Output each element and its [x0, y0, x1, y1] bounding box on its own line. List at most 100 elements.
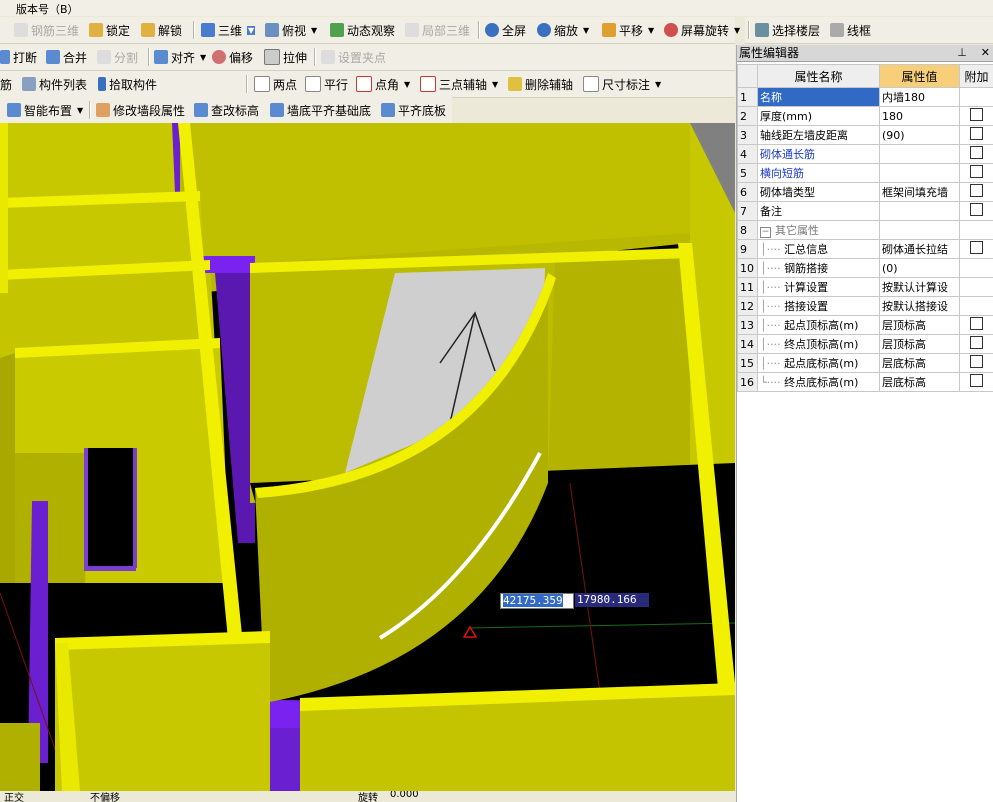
- chevron-down-icon[interactable]: ▼: [648, 26, 654, 35]
- two-point-axis-button[interactable]: 两点: [254, 74, 297, 94]
- wall-bottom-align-button[interactable]: 墙底平齐基础底: [270, 100, 371, 120]
- rotate-input[interactable]: 0.000: [390, 791, 419, 800]
- partial-3d-button[interactable]: 局部三维: [405, 20, 470, 40]
- property-row[interactable]: 5 横向短筋: [737, 163, 993, 183]
- rebar-button[interactable]: 筋: [0, 74, 12, 94]
- check-elevation-button[interactable]: 查改标高: [194, 100, 259, 120]
- chevron-down-icon[interactable]: ▼: [734, 26, 740, 35]
- wireframe-button[interactable]: 线框: [830, 20, 871, 40]
- property-value[interactable]: 层顶标高: [879, 315, 960, 335]
- extra-checkbox[interactable]: [970, 184, 983, 197]
- property-value[interactable]: 按默认搭接设: [879, 296, 960, 316]
- chevron-down-icon[interactable]: ▼: [77, 106, 83, 115]
- rebar-3d-button[interactable]: 钢筋三维: [14, 20, 79, 40]
- flat-bottom-button[interactable]: 平齐底板: [381, 100, 446, 120]
- screen-rotate-button[interactable]: 屏幕旋转 ▼: [664, 20, 740, 40]
- property-row[interactable]: 10 │···· 钢筋搭接 (0): [737, 258, 993, 278]
- offset-mode-select[interactable]: 不偏移: [90, 791, 120, 802]
- property-row[interactable]: 7 备注: [737, 201, 993, 221]
- coord-x-input[interactable]: 42175.359: [500, 593, 574, 609]
- pan-button[interactable]: 平移 ▼: [602, 20, 654, 40]
- pin-icon[interactable]: ⊥: [957, 46, 967, 59]
- property-group-row[interactable]: 8 − 其它属性: [737, 220, 993, 240]
- collapse-icon[interactable]: −: [760, 227, 771, 238]
- property-row[interactable]: 13 │···· 起点顶标高(m) 层顶标高: [737, 315, 993, 335]
- lock-button[interactable]: 锁定: [89, 20, 130, 40]
- split-button[interactable]: 分割: [97, 47, 138, 67]
- property-row[interactable]: 12 │···· 搭接设置 按默认搭接设: [737, 296, 993, 316]
- property-row[interactable]: 4 砌体通长筋: [737, 144, 993, 164]
- fullscreen-button[interactable]: 全屏: [485, 20, 526, 40]
- chevron-down-icon[interactable]: ▼: [492, 80, 498, 89]
- property-value[interactable]: 内墙180: [879, 87, 960, 107]
- delete-axis-button[interactable]: 删除辅轴: [508, 74, 573, 94]
- chevron-down-icon[interactable]: ▼: [200, 53, 206, 62]
- extra-checkbox[interactable]: [970, 146, 983, 159]
- close-icon[interactable]: ✕: [981, 46, 990, 59]
- property-row[interactable]: 11 │···· 计算设置 按默认计算设: [737, 277, 993, 297]
- hand-icon: [602, 23, 616, 37]
- 3d-viewport[interactable]: 42175.359 17980.166: [0, 123, 735, 791]
- extra-checkbox[interactable]: [970, 374, 983, 387]
- ortho-toggle[interactable]: 正交: [4, 791, 24, 802]
- property-value[interactable]: 层底标高: [879, 372, 960, 392]
- dynamic-view-button[interactable]: 动态观察: [330, 20, 395, 40]
- pick-icon: [98, 77, 106, 91]
- property-value[interactable]: (0): [879, 258, 960, 278]
- dimension-button[interactable]: 尺寸标注 ▼: [583, 74, 661, 94]
- coord-y-input[interactable]: 17980.166: [575, 593, 649, 607]
- extra-checkbox[interactable]: [970, 127, 983, 140]
- extra-checkbox[interactable]: [970, 355, 983, 368]
- top-view-button[interactable]: 俯视 ▼: [265, 20, 317, 40]
- chevron-down-icon[interactable]: ▼: [583, 26, 589, 35]
- view-3d-button[interactable]: 三维 ▼: [201, 20, 256, 40]
- property-value[interactable]: 砌体通长拉结: [879, 239, 960, 259]
- property-row[interactable]: 6 砌体墙类型 框架间填充墙: [737, 182, 993, 202]
- property-value[interactable]: 按默认计算设: [879, 277, 960, 297]
- property-name: └···· 终点底标高(m): [757, 372, 880, 392]
- smart-layout-button[interactable]: 智能布置 ▼: [7, 100, 83, 120]
- select-floor-button[interactable]: 选择楼层: [755, 20, 820, 40]
- stretch-button[interactable]: 拉伸: [264, 47, 307, 67]
- merge-button[interactable]: 合并: [46, 47, 87, 67]
- extra-checkbox[interactable]: [970, 165, 983, 178]
- point-angle-button[interactable]: 点角 ▼: [356, 74, 410, 94]
- chevron-down-icon[interactable]: ▼: [247, 25, 256, 35]
- offset-button[interactable]: 偏移: [212, 47, 253, 67]
- extra-checkbox[interactable]: [970, 108, 983, 121]
- property-value[interactable]: [879, 144, 960, 164]
- zoom-button[interactable]: 缩放 ▼: [537, 20, 589, 40]
- chevron-down-icon[interactable]: ▼: [655, 80, 661, 89]
- property-row[interactable]: 9 │···· 汇总信息 砌体通长拉结: [737, 239, 993, 259]
- property-value[interactable]: [879, 201, 960, 221]
- property-value[interactable]: 层顶标高: [879, 334, 960, 354]
- component-list-button[interactable]: 构件列表: [22, 74, 87, 94]
- property-value[interactable]: 180: [879, 106, 960, 126]
- extra-checkbox[interactable]: [970, 241, 983, 254]
- property-row[interactable]: 2 厚度(mm) 180: [737, 106, 993, 126]
- extra-checkbox[interactable]: [970, 317, 983, 330]
- chevron-down-icon[interactable]: ▼: [311, 26, 317, 35]
- property-value[interactable]: 层底标高: [879, 353, 960, 373]
- modify-wall-property-button[interactable]: 修改墙段属性: [96, 100, 185, 120]
- property-row[interactable]: 16 └···· 终点底标高(m) 层底标高: [737, 372, 993, 392]
- extra-checkbox[interactable]: [970, 203, 983, 216]
- property-value[interactable]: 框架间填充墙: [879, 182, 960, 202]
- break-button[interactable]: 打断: [0, 47, 37, 67]
- align-button[interactable]: 对齐 ▼: [154, 47, 206, 67]
- chevron-down-icon[interactable]: ▼: [404, 80, 410, 89]
- menu-version[interactable]: 版本号（B）: [16, 1, 79, 17]
- property-row[interactable]: 14 │···· 终点顶标高(m) 层顶标高: [737, 334, 993, 354]
- extra-checkbox[interactable]: [970, 336, 983, 349]
- property-value[interactable]: (90): [879, 125, 960, 145]
- property-row[interactable]: 3 轴线距左墙皮距离 (90): [737, 125, 993, 145]
- set-grip-button[interactable]: 设置夹点: [321, 47, 386, 67]
- property-value[interactable]: [879, 163, 960, 183]
- pick-component-button[interactable]: 拾取构件: [98, 74, 157, 94]
- parallel-axis-button[interactable]: 平行: [305, 74, 348, 94]
- property-row[interactable]: 15 │···· 起点底标高(m) 层底标高: [737, 353, 993, 373]
- 3d-scene[interactable]: [0, 123, 735, 791]
- unlock-button[interactable]: 解锁: [141, 20, 182, 40]
- three-point-axis-button[interactable]: 三点辅轴 ▼: [420, 74, 498, 94]
- property-row[interactable]: 1 名称 内墙180: [737, 87, 993, 107]
